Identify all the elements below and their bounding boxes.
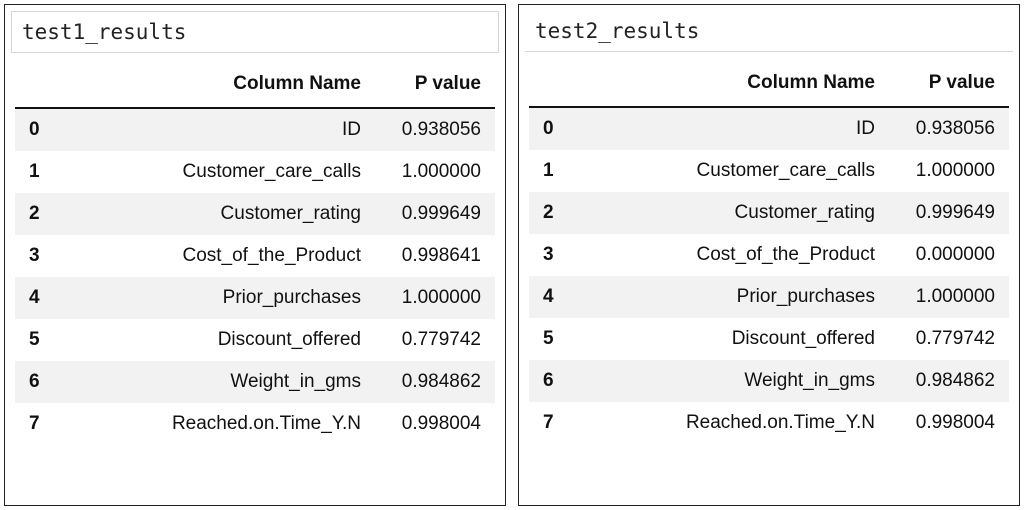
row-index: 7 bbox=[15, 403, 63, 445]
cell-p-value: 0.938056 bbox=[889, 107, 1009, 150]
dataframe-table-right: Column Name P value 0 ID 0.938056 1 Cust… bbox=[529, 62, 1009, 444]
table-row: 3 Cost_of_the_Product 0.998641 bbox=[15, 235, 495, 277]
cell-p-value: 0.998004 bbox=[375, 403, 495, 445]
cell-p-value: 1.000000 bbox=[375, 277, 495, 319]
row-index: 2 bbox=[15, 193, 63, 235]
cell-column-name: Discount_offered bbox=[63, 319, 375, 361]
row-index: 0 bbox=[15, 108, 63, 151]
col-header-column-name: Column Name bbox=[63, 63, 375, 108]
cell-p-value: 0.938056 bbox=[375, 108, 495, 151]
cell-p-value: 0.999649 bbox=[889, 192, 1009, 234]
cell-p-value: 0.000000 bbox=[889, 234, 1009, 276]
dataframe-table-left: Column Name P value 0 ID 0.938056 1 Cust… bbox=[15, 63, 495, 445]
table-row: 7 Reached.on.Time_Y.N 0.998004 bbox=[529, 402, 1009, 444]
panel-test1-results: test1_results Column Name P value 0 ID 0… bbox=[4, 4, 506, 506]
table-row: 1 Customer_care_calls 1.000000 bbox=[529, 150, 1009, 192]
table-row: 3 Cost_of_the_Product 0.000000 bbox=[529, 234, 1009, 276]
row-index: 5 bbox=[15, 319, 63, 361]
cell-column-name: Reached.on.Time_Y.N bbox=[63, 403, 375, 445]
table-row: 6 Weight_in_gms 0.984862 bbox=[15, 361, 495, 403]
table-row: 0 ID 0.938056 bbox=[15, 108, 495, 151]
cell-column-name: Cost_of_the_Product bbox=[63, 235, 375, 277]
variable-name-left: test1_results bbox=[11, 11, 499, 53]
cell-p-value: 0.984862 bbox=[375, 361, 495, 403]
cell-p-value: 1.000000 bbox=[375, 151, 495, 193]
cell-column-name: Customer_care_calls bbox=[577, 150, 889, 192]
table-row: 5 Discount_offered 0.779742 bbox=[15, 319, 495, 361]
col-header-column-name: Column Name bbox=[577, 62, 889, 107]
table-row: 5 Discount_offered 0.779742 bbox=[529, 318, 1009, 360]
row-index: 6 bbox=[15, 361, 63, 403]
table-row: 0 ID 0.938056 bbox=[529, 107, 1009, 150]
col-header-p-value: P value bbox=[889, 62, 1009, 107]
cell-p-value: 1.000000 bbox=[889, 276, 1009, 318]
cell-p-value: 0.998641 bbox=[375, 235, 495, 277]
cell-column-name: Customer_care_calls bbox=[63, 151, 375, 193]
cell-column-name: Weight_in_gms bbox=[63, 361, 375, 403]
table-row: 7 Reached.on.Time_Y.N 0.998004 bbox=[15, 403, 495, 445]
table-row: 2 Customer_rating 0.999649 bbox=[15, 193, 495, 235]
row-index: 6 bbox=[529, 360, 577, 402]
row-index: 0 bbox=[529, 107, 577, 150]
cell-column-name: Discount_offered bbox=[577, 318, 889, 360]
cell-p-value: 0.984862 bbox=[889, 360, 1009, 402]
row-index: 4 bbox=[529, 276, 577, 318]
col-header-p-value: P value bbox=[375, 63, 495, 108]
row-index: 7 bbox=[529, 402, 577, 444]
dataframe-wrap-left: Column Name P value 0 ID 0.938056 1 Cust… bbox=[5, 53, 505, 459]
cell-column-name: ID bbox=[63, 108, 375, 151]
dataframe-wrap-right: Column Name P value 0 ID 0.938056 1 Cust… bbox=[519, 52, 1019, 458]
cell-column-name: ID bbox=[577, 107, 889, 150]
index-header bbox=[529, 62, 577, 107]
row-index: 5 bbox=[529, 318, 577, 360]
cell-column-name: Customer_rating bbox=[577, 192, 889, 234]
row-index: 1 bbox=[15, 151, 63, 193]
cell-column-name: Customer_rating bbox=[63, 193, 375, 235]
index-header bbox=[15, 63, 63, 108]
cell-p-value: 0.779742 bbox=[889, 318, 1009, 360]
panel-test2-results: test2_results Column Name P value 0 ID 0… bbox=[518, 4, 1020, 506]
cell-p-value: 0.999649 bbox=[375, 193, 495, 235]
table-row: 1 Customer_care_calls 1.000000 bbox=[15, 151, 495, 193]
cell-column-name: Cost_of_the_Product bbox=[577, 234, 889, 276]
variable-name-right: test2_results bbox=[525, 11, 1013, 52]
cell-column-name: Weight_in_gms bbox=[577, 360, 889, 402]
table-row: 4 Prior_purchases 1.000000 bbox=[15, 277, 495, 319]
row-index: 4 bbox=[15, 277, 63, 319]
cell-p-value: 1.000000 bbox=[889, 150, 1009, 192]
cell-p-value: 0.998004 bbox=[889, 402, 1009, 444]
table-row: 4 Prior_purchases 1.000000 bbox=[529, 276, 1009, 318]
header-row: Column Name P value bbox=[529, 62, 1009, 107]
cell-column-name: Reached.on.Time_Y.N bbox=[577, 402, 889, 444]
row-index: 3 bbox=[15, 235, 63, 277]
table-row: 6 Weight_in_gms 0.984862 bbox=[529, 360, 1009, 402]
cell-column-name: Prior_purchases bbox=[577, 276, 889, 318]
cell-p-value: 0.779742 bbox=[375, 319, 495, 361]
row-index: 1 bbox=[529, 150, 577, 192]
table-row: 2 Customer_rating 0.999649 bbox=[529, 192, 1009, 234]
row-index: 2 bbox=[529, 192, 577, 234]
cell-column-name: Prior_purchases bbox=[63, 277, 375, 319]
header-row: Column Name P value bbox=[15, 63, 495, 108]
row-index: 3 bbox=[529, 234, 577, 276]
